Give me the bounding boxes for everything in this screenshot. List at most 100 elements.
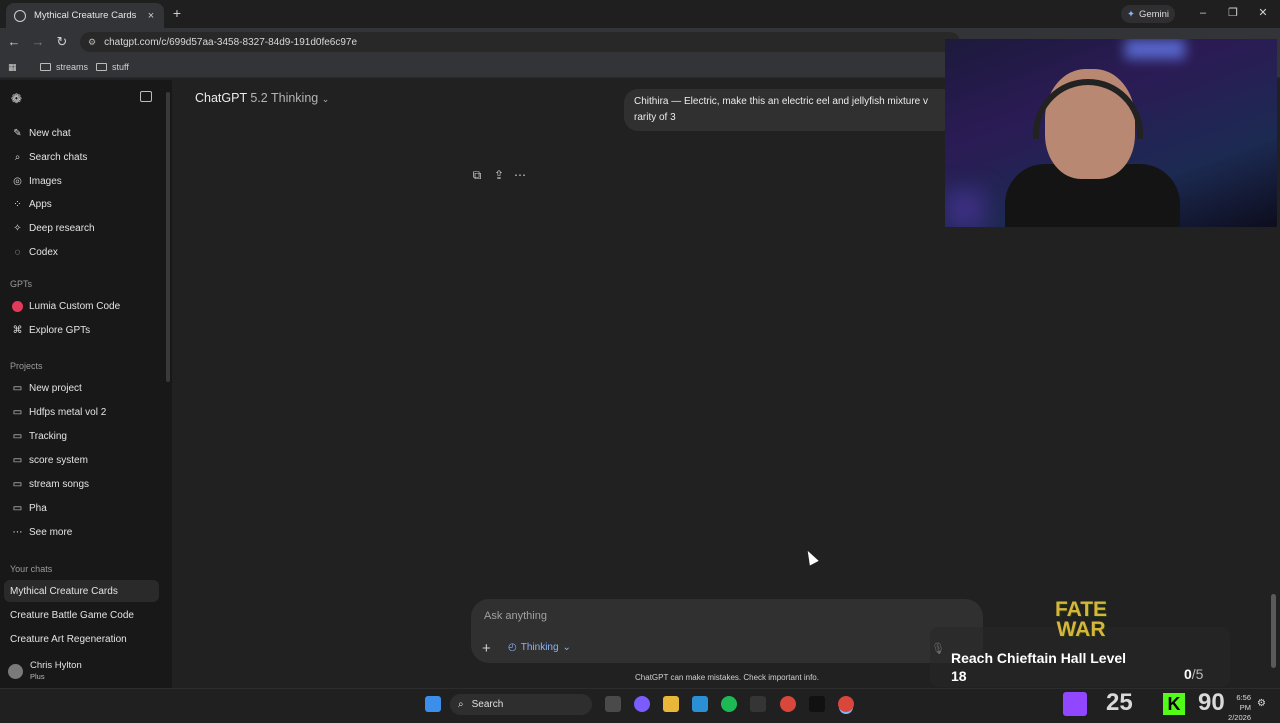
site-info-icon[interactable]: ⚙ <box>88 37 96 48</box>
goal-current: 0 <box>1184 666 1192 682</box>
chat-item-active[interactable]: Mythical Creature Cards <box>4 580 159 602</box>
game-logo: FATE WAR <box>1038 598 1124 641</box>
clock-date: 2/2026 <box>1228 713 1251 722</box>
prompt-input[interactable]: Ask anything <box>484 610 547 622</box>
folder-icon: ▭ <box>12 454 23 466</box>
file-explorer-icon[interactable] <box>663 696 679 712</box>
taskbar-clock[interactable]: 6:56 PM 2/2026 <box>1224 693 1251 723</box>
taskbar-search[interactable]: ⌕ Search <box>450 694 592 715</box>
chrome-active-icon[interactable] <box>838 696 854 712</box>
windows-start-icon[interactable] <box>425 696 441 712</box>
sidebar-scrollbar[interactable] <box>166 92 170 382</box>
ellipsis-icon: ⋯ <box>12 526 23 538</box>
tab-title: Mythical Creature Cards <box>34 10 137 21</box>
avatar <box>8 663 23 679</box>
copilot-icon[interactable] <box>634 696 650 712</box>
capcut-icon[interactable] <box>809 696 825 712</box>
chat-item[interactable]: Creature Battle Game Code <box>4 604 159 626</box>
stream-goal-text: Reach Chieftain Hall Level 18 <box>951 650 1127 684</box>
sidebar-toggle-icon[interactable] <box>140 91 152 102</box>
apps-icon: ⁘ <box>13 198 22 210</box>
openai-logo-icon[interactable]: ❁ <box>11 91 22 107</box>
sidebar-item-project[interactable]: ▭ score system <box>4 449 159 471</box>
sidebar-item-label: Codex <box>29 246 58 258</box>
model-selector[interactable]: ChatGPT 5.2 Thinking ⌄ <box>195 91 329 105</box>
explore-icon: ⌘ <box>12 324 23 336</box>
restore-icon[interactable]: ❐ <box>1226 6 1240 20</box>
taskbar-search-label: Search <box>471 699 504 710</box>
lumia-icon <box>12 300 23 312</box>
bookmark-streams[interactable]: streams <box>40 60 88 74</box>
sidebar-item-project[interactable]: ▭ Pha <box>4 497 159 519</box>
sidebar-item-project[interactable]: ▭ Tracking <box>4 425 159 447</box>
folder-icon: ▭ <box>12 406 23 418</box>
task-view-icon[interactable] <box>605 696 621 712</box>
sidebar-item-images[interactable]: ◎ Images <box>4 170 159 192</box>
search-icon: ⌕ <box>458 699 464 710</box>
gemini-icon: ✦ <box>1126 8 1135 20</box>
kick-viewer-count: 90 <box>1198 689 1225 716</box>
sidebar-item-apps[interactable]: ⁘ Apps <box>4 193 159 215</box>
close-window-icon[interactable]: ✕ <box>1256 6 1270 20</box>
add-attachment-icon[interactable]: + <box>482 640 491 657</box>
chat-item-label: Creature Battle Game Code <box>10 609 134 621</box>
chrome-icon[interactable] <box>780 696 796 712</box>
copy-icon[interactable]: ⧉ <box>470 168 484 182</box>
minimize-icon[interactable]: – <box>1196 6 1210 20</box>
reload-icon[interactable]: ↻ <box>54 34 70 50</box>
spotify-icon[interactable] <box>721 696 737 712</box>
stream-goal-count: 0/5 <box>1184 666 1203 682</box>
back-icon[interactable]: ← <box>6 34 22 50</box>
folder-icon: ▭ <box>12 478 23 490</box>
forward-icon[interactable]: → <box>30 34 46 50</box>
address-bar[interactable]: ⚙ chatgpt.com/c/699d57aa-3458-8327-84d9-… <box>80 32 960 52</box>
sidebar-item-label: Search chats <box>29 151 88 163</box>
model-version: 5.2 Thinking <box>250 91 319 105</box>
sidebar-item-project[interactable]: ▭ stream songs <box>4 473 159 495</box>
chat-item[interactable]: Creature Art Regeneration <box>4 628 159 650</box>
gpts-heading: GPTs <box>10 279 33 289</box>
chatgpt-favicon-icon <box>14 9 26 22</box>
browser-tab[interactable]: Mythical Creature Cards × <box>6 3 164 28</box>
game-logo-line: WAR <box>1056 618 1106 641</box>
bookmark-stuff[interactable]: stuff <box>96 60 129 74</box>
tab-close-icon[interactable]: × <box>144 10 158 22</box>
apps-grid-icon[interactable]: ▦ <box>8 60 17 74</box>
sidebar-item-label: Hdfps metal vol 2 <box>29 406 107 418</box>
new-tab-button[interactable]: + <box>170 5 184 21</box>
twitch-viewer-count: 25 <box>1106 689 1133 716</box>
sidebar-item-project[interactable]: ▭ Hdfps metal vol 2 <box>4 401 159 423</box>
user-profile[interactable]: Chris Hylton Plus <box>8 658 158 684</box>
sidebar-item-codex[interactable]: ◌ Codex <box>4 241 159 263</box>
sidebar-item-deep-research[interactable]: ✧ Deep research <box>4 217 159 239</box>
more-options-icon[interactable]: ⋯ <box>513 168 527 182</box>
sidebar-item-label: See more <box>29 526 73 538</box>
sidebar-item-search-chats[interactable]: ⌕ Search chats <box>4 146 159 168</box>
gemini-button[interactable]: ✦ Gemini <box>1121 5 1175 23</box>
chevron-down-icon: ⌄ <box>321 94 330 104</box>
notepad-icon[interactable] <box>692 696 708 712</box>
thinking-toggle[interactable]: ◴ Thinking ⌄ <box>508 642 571 653</box>
sidebar-item-see-more[interactable]: ⋯ See more <box>4 521 159 543</box>
sidebar-item-explore-gpts[interactable]: ⌘ Explore GPTs <box>4 319 159 341</box>
folder-icon <box>40 63 51 71</box>
user-plan: Plus <box>30 672 45 681</box>
hudfx-icon[interactable] <box>750 696 766 712</box>
codex-icon: ◌ <box>14 246 21 258</box>
user-message-line: rarity of 3 <box>634 112 676 123</box>
user-message-line: Chithira — Electric, make this an electr… <box>634 96 928 107</box>
thinking-icon: ◴ <box>508 642 517 653</box>
notification-icon[interactable]: ⚙ <box>1257 698 1266 709</box>
share-icon[interactable]: ⇪ <box>492 168 506 182</box>
sidebar-item-label: Deep research <box>29 222 95 234</box>
sidebar-item-new-chat[interactable]: ✎ New chat <box>4 122 159 144</box>
sidebar-item-new-project[interactable]: ▭ New project <box>4 377 159 399</box>
sidebar-item-lumia[interactable]: Lumia Custom Code <box>4 295 159 317</box>
user-info: Chris Hylton Plus <box>30 660 82 682</box>
stage-light <box>945 189 985 227</box>
chevron-down-icon: ⌄ <box>562 642 571 653</box>
main-scrollbar[interactable] <box>1271 594 1276 668</box>
game-logo-line: FATE <box>1054 598 1108 621</box>
chat-item-label: Mythical Creature Cards <box>10 585 118 597</box>
sidebar-item-label: Images <box>29 175 62 187</box>
